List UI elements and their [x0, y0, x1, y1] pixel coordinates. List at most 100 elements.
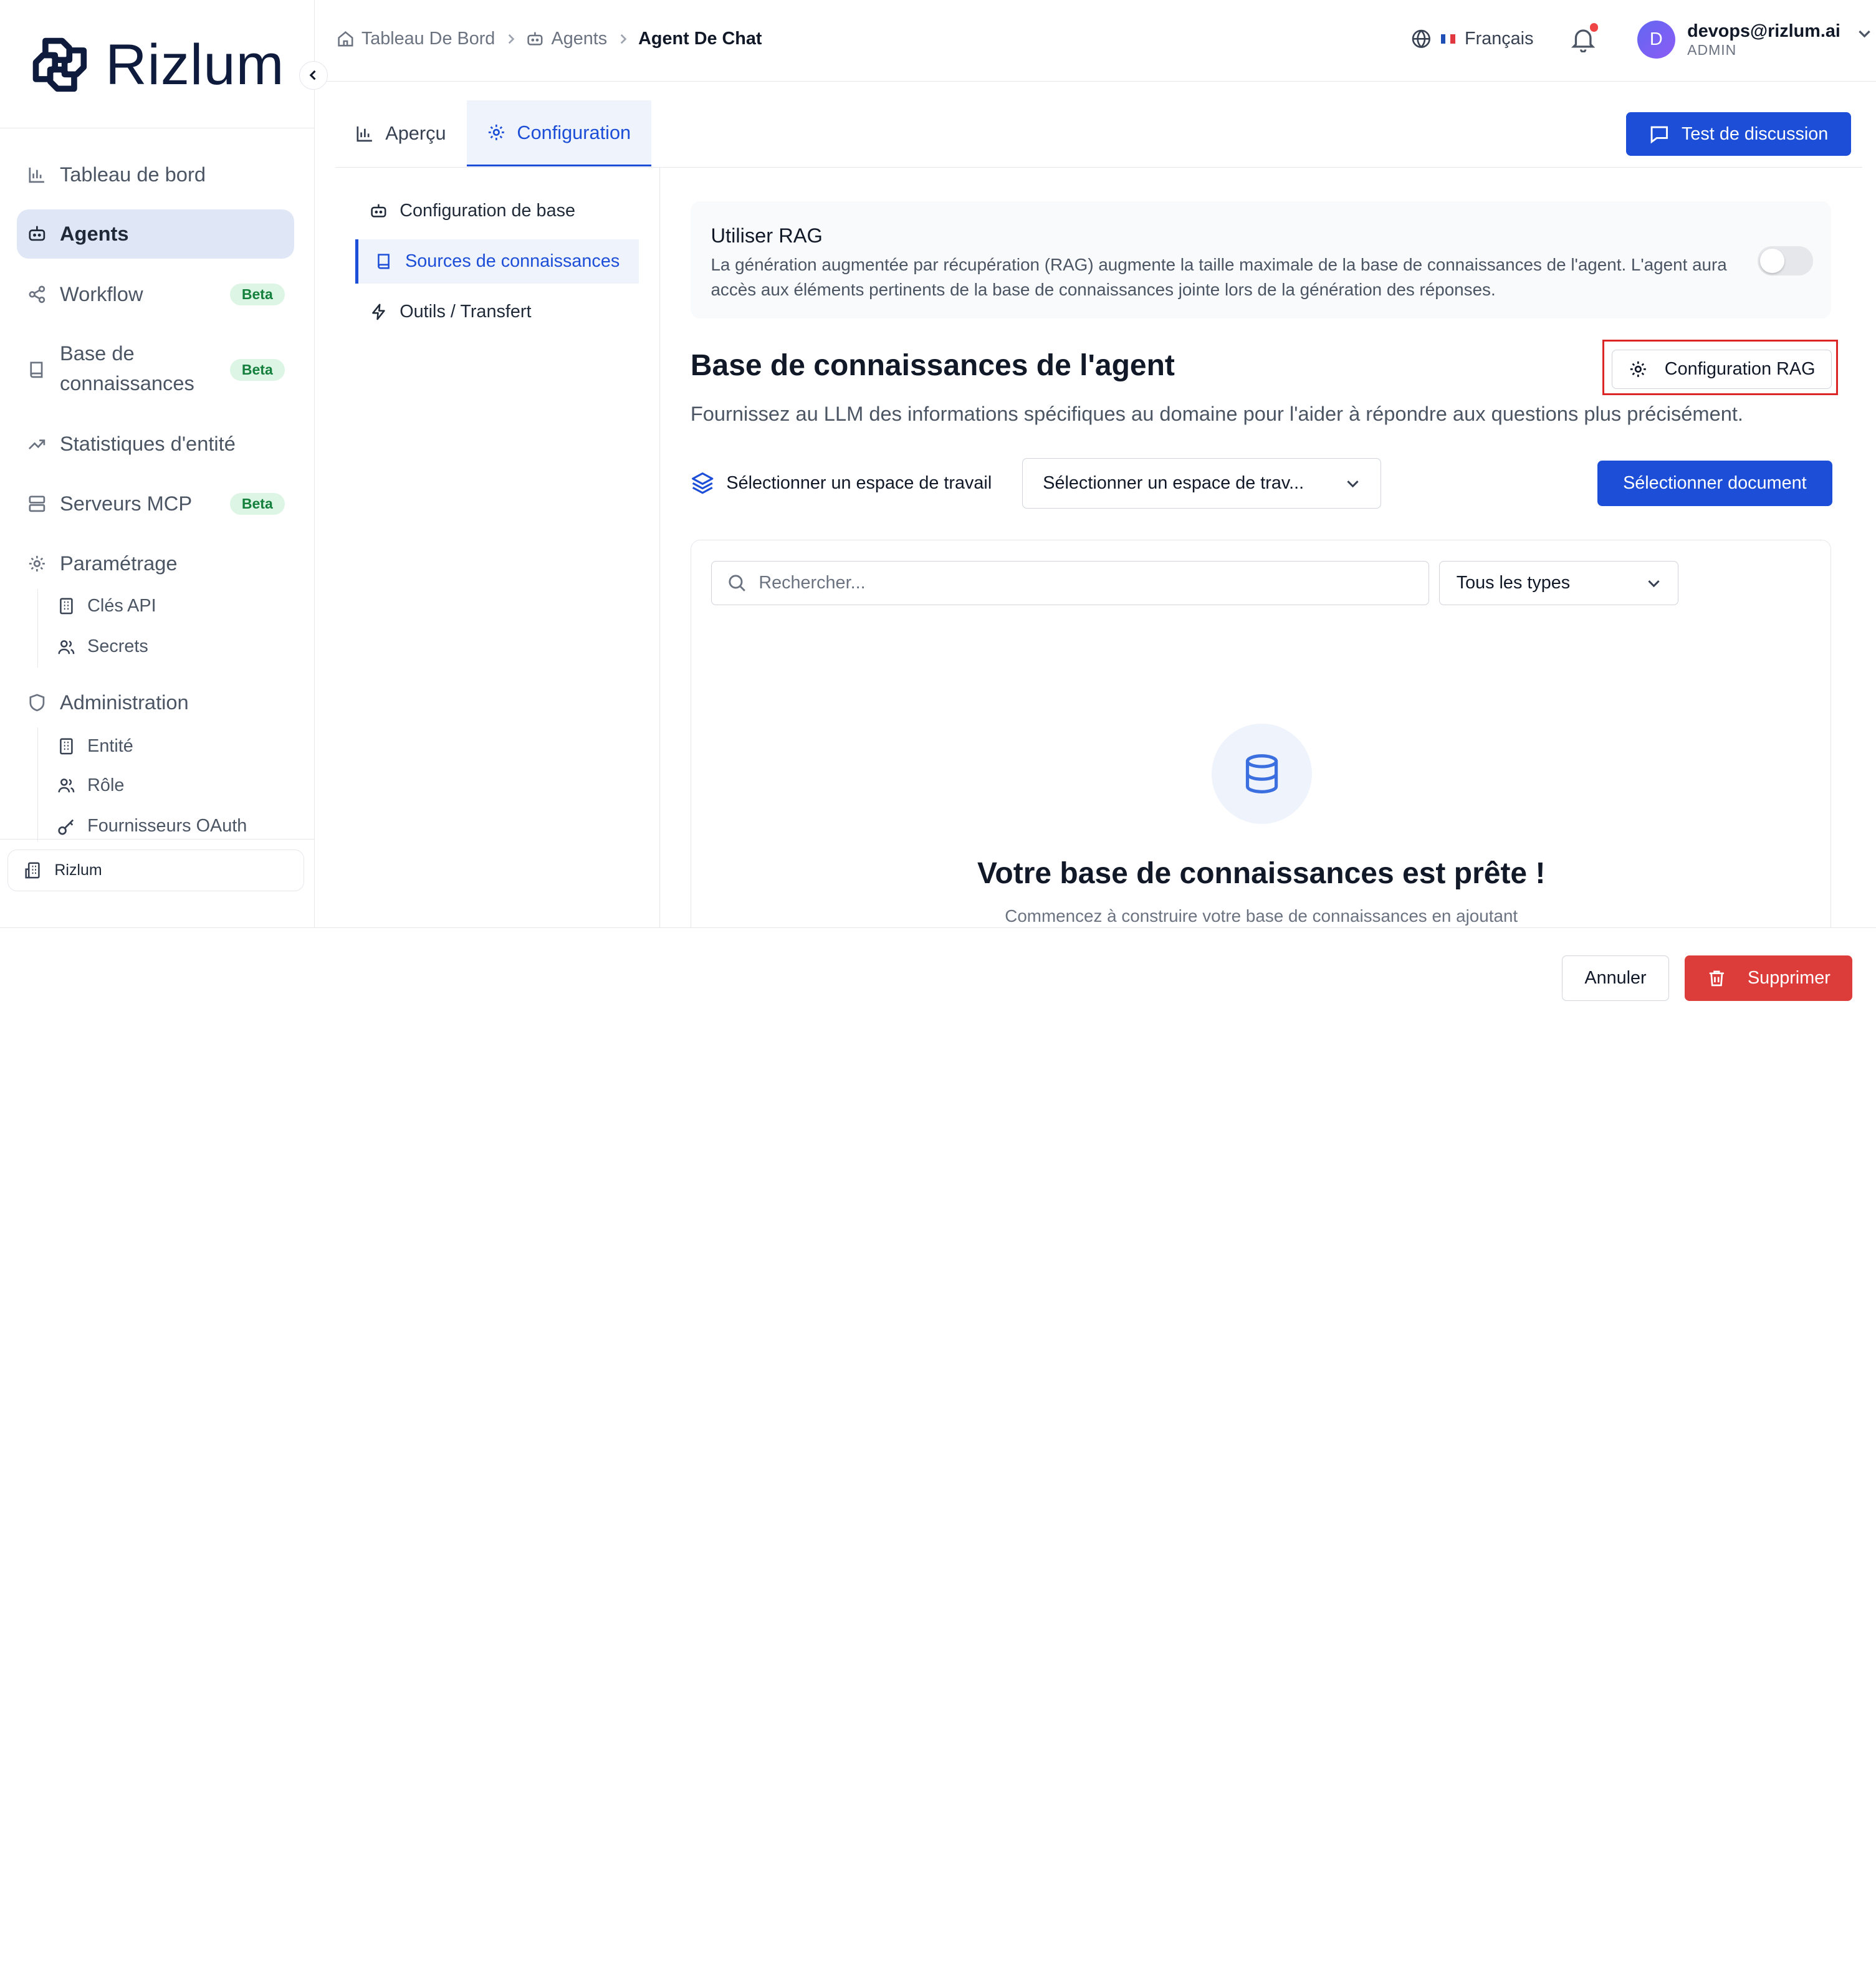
empty-state-title: Votre base de connaissances est prête !	[977, 856, 1546, 890]
notifications-button[interactable]	[1571, 22, 1599, 57]
breadcrumb-item-current: Agent De Chat	[638, 29, 762, 49]
select-document-button[interactable]: Sélectionner document	[1597, 461, 1832, 507]
sidebar-footer-divider	[0, 838, 314, 840]
delete-button[interactable]: Supprimer	[1685, 955, 1853, 1002]
sidebar-item-label: Administration	[59, 691, 189, 714]
notification-dot	[1589, 22, 1599, 32]
sidebar-subitem-secrets[interactable]: Secrets	[57, 636, 148, 657]
globe-icon	[1412, 29, 1430, 49]
workspace-label: Sélectionner un espace de travail	[691, 471, 992, 495]
sidebar-item-label-group: Base de connaissances	[60, 338, 194, 398]
book-icon	[26, 359, 48, 381]
share-nodes-icon	[26, 284, 48, 305]
rag-settings-card: Utiliser RAG La génération augmentée par…	[690, 201, 1831, 318]
collapse-sidebar-button[interactable]	[299, 60, 328, 90]
sidebar-item-administration[interactable]: Administration	[17, 683, 294, 721]
trending-up-icon	[26, 433, 48, 455]
chevron-down-icon	[1347, 481, 1359, 488]
sidebar-subitem-label: Clés API	[87, 596, 156, 616]
language-selector[interactable]: Français	[1411, 29, 1534, 49]
brand-logo[interactable]: Rizlum	[29, 31, 284, 98]
beta-badge: Beta	[229, 492, 285, 515]
sidebar-item-label: Tableau de bord	[59, 163, 206, 186]
delete-label: Supprimer	[1747, 968, 1831, 988]
rag-config-label: Configuration RAG	[1664, 358, 1816, 379]
subnav-label: Outils / Transfert	[400, 301, 532, 322]
sidebar-subitem-entity[interactable]: Entité	[57, 736, 133, 757]
sidebar-item-settings[interactable]: Paramétrage	[17, 545, 294, 583]
zap-icon	[372, 304, 385, 320]
subnav-basic-config[interactable]: Configuration de base	[355, 189, 639, 233]
chevron-left-icon	[310, 70, 316, 80]
sidebar-subitem-role[interactable]: Rôle	[57, 775, 124, 796]
building-icon	[60, 738, 73, 755]
chat-test-label: Test de discussion	[1682, 123, 1829, 144]
knowledge-base-description: Fournissez au LLM des informations spéci…	[690, 402, 1744, 426]
sidebar-item-workflow[interactable]: Workflow Beta	[17, 275, 294, 314]
select-document-label: Sélectionner document	[1623, 473, 1807, 494]
subnav-tools-transfer[interactable]: Outils / Transfert	[355, 290, 639, 334]
subnav-knowledge-sources[interactable]: Sources de connaissances	[355, 239, 639, 284]
sidebar-subitem-label: Fournisseurs OAuth	[87, 816, 247, 836]
book-icon	[378, 254, 390, 269]
sidebar-item-mcp-servers[interactable]: Serveurs MCP Beta	[17, 485, 294, 523]
sidebar-item-entity-stats[interactable]: Statistiques d'entité	[17, 425, 294, 463]
sidebar-item-dashboard[interactable]: Tableau de bord	[17, 156, 294, 194]
beta-badge: Beta	[229, 283, 285, 305]
agent-detail-panel: Aperçu Configuration Test de discussion …	[335, 100, 1862, 1018]
gear-icon	[489, 125, 505, 141]
rag-toggle[interactable]	[1758, 246, 1813, 275]
sidebar-item-label: Paramétrage	[59, 552, 178, 575]
rag-config-button[interactable]: Configuration RAG	[1612, 349, 1832, 389]
breadcrumb: Tableau De Bord Agents Agent De Chat	[337, 29, 762, 49]
sidebar-item-knowledge-base[interactable]: Base de connaissances Beta	[17, 338, 294, 401]
breadcrumb-item-dashboard[interactable]: Tableau De Bord	[337, 29, 495, 49]
users-icon	[58, 778, 75, 793]
knowledge-base-title: Base de connaissances de l'agent	[690, 348, 1175, 382]
building-icon	[25, 862, 41, 879]
trash-icon	[1709, 970, 1724, 987]
user-email: devops@rizlum.ai	[1687, 21, 1840, 41]
database-icon	[1246, 754, 1278, 793]
empty-state-icon-circle	[1212, 723, 1313, 824]
submenu-guide	[37, 727, 38, 841]
bot-icon	[371, 204, 386, 218]
footer-actions: Annuler Supprimer	[0, 927, 1876, 1027]
breadcrumb-item-agents[interactable]: Agents	[526, 29, 607, 49]
workspace-select[interactable]: Sélectionner un espace de trav...	[1022, 458, 1381, 509]
rizlum-logo-icon	[32, 37, 87, 92]
search-field[interactable]	[711, 560, 1430, 605]
sidebar-subitem-label: Rôle	[87, 775, 125, 796]
search-input[interactable]	[759, 572, 1405, 593]
breadcrumb-label: Tableau De Bord	[361, 29, 495, 49]
sidebar: Rizlum Tableau de bord Agents Workflow B…	[0, 0, 315, 927]
chat-test-button[interactable]: Test de discussion	[1626, 112, 1852, 156]
rag-description: La génération augmentée par récupération…	[711, 255, 1727, 300]
chevron-right-icon	[620, 34, 626, 44]
sidebar-subitem-api-keys[interactable]: Clés API	[57, 596, 156, 616]
sidebar-item-label: Statistiques d'entité	[59, 432, 236, 456]
cancel-button[interactable]: Annuler	[1561, 955, 1670, 1002]
workspace-select-value: Sélectionner un espace de trav...	[1043, 473, 1304, 494]
app-root: Rizlum Tableau de bord Agents Workflow B…	[0, 0, 1876, 1027]
sidebar-item-agents[interactable]: Agents	[16, 209, 295, 259]
organization-switcher[interactable]: Rizlum	[7, 850, 304, 892]
subnav-label: Sources de connaissances	[405, 251, 620, 271]
users-icon	[58, 639, 75, 654]
shield-icon	[26, 692, 48, 714]
user-menu[interactable]: D devops@rizlum.ai ADMIN	[1637, 20, 1872, 59]
tab-overview[interactable]: Aperçu	[335, 100, 467, 166]
chevron-right-icon	[508, 34, 515, 44]
user-role: ADMIN	[1687, 42, 1737, 59]
workspace-label-text: Sélectionner un espace de travail	[726, 473, 992, 494]
language-label: Français	[1465, 29, 1534, 49]
message-square-icon	[1650, 126, 1668, 144]
sidebar-subitem-oauth-providers[interactable]: Fournisseurs OAuth	[57, 816, 247, 836]
sidebar-subitem-label: Entité	[87, 735, 133, 756]
subnav-divider	[659, 167, 660, 1005]
tab-configuration[interactable]: Configuration	[466, 100, 651, 166]
tabs-bar: Aperçu Configuration Test de discussion	[335, 100, 1862, 168]
gear-icon	[26, 553, 48, 575]
type-filter-select[interactable]: Tous les types	[1438, 560, 1678, 605]
top-header: Tableau De Bord Agents Agent De Chat Fra…	[314, 0, 1876, 82]
